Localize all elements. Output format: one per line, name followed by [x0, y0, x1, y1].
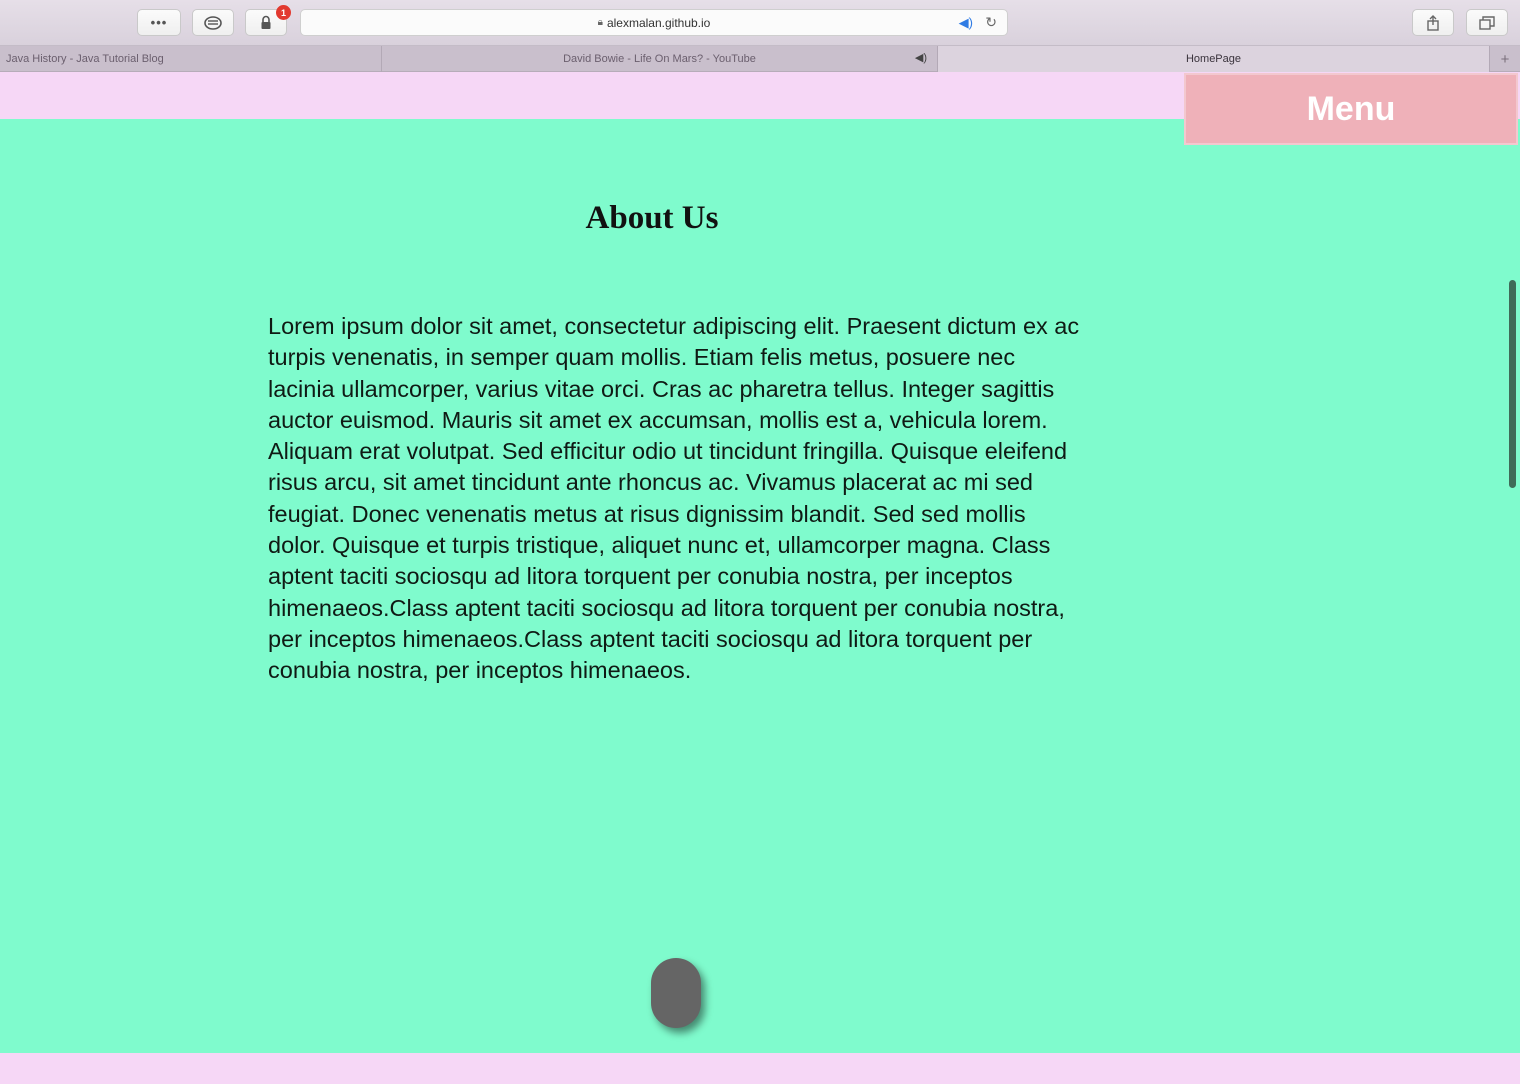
tab-bar: Java History - Java Tutorial Blog David …	[0, 46, 1520, 72]
scrollbar-thumb[interactable]	[1509, 280, 1516, 488]
tab-label: HomePage	[1185, 53, 1242, 65]
share-button[interactable]	[1412, 9, 1454, 36]
tab-label: David Bowie - Life On Mars? - YouTube	[563, 53, 756, 65]
scroll-mouse-icon	[651, 958, 701, 1028]
page-title: About Us	[585, 200, 719, 236]
reader-button[interactable]	[192, 9, 234, 36]
secure-lock-icon: 🔒︎	[597, 17, 603, 28]
address-text: alexmalan.github.io	[606, 15, 711, 30]
share-icon	[1427, 14, 1439, 31]
tab-homepage[interactable]: HomePage	[938, 46, 1490, 72]
privacy-button[interactable]: 1	[245, 5, 291, 36]
notification-badge: 1	[276, 5, 291, 20]
more-button[interactable]: •••	[137, 9, 181, 36]
tab-java-history[interactable]: Java History - Java Tutorial Blog	[0, 46, 382, 72]
about-paragraph: Lorem ipsum dolor sit amet, consectetur …	[268, 313, 1080, 684]
address-bar[interactable]: 🔒︎ alexmalan.github.io ◀) ↻	[300, 9, 1008, 36]
tabs-overview-icon	[1479, 15, 1495, 30]
new-tab-button[interactable]: +	[1490, 46, 1520, 72]
reader-icon	[204, 15, 222, 30]
tab-youtube[interactable]: David Bowie - Life On Mars? - YouTube ◀)	[382, 46, 938, 72]
browser-toolbar: ••• 1 🔒︎ alexmalan.github.io ◀) ↻	[0, 0, 1520, 46]
speaker-icon[interactable]: ◀)	[959, 15, 973, 31]
tab-audio-icon[interactable]: ◀)	[915, 51, 927, 64]
tabs-overview-button[interactable]	[1466, 9, 1508, 36]
reload-icon[interactable]: ↻	[985, 14, 997, 31]
lock-icon	[261, 15, 271, 29]
menu-button[interactable]: Menu	[1184, 73, 1518, 145]
page-footer-bar	[0, 1053, 1520, 1084]
tab-label: Java History - Java Tutorial Blog	[6, 53, 164, 65]
